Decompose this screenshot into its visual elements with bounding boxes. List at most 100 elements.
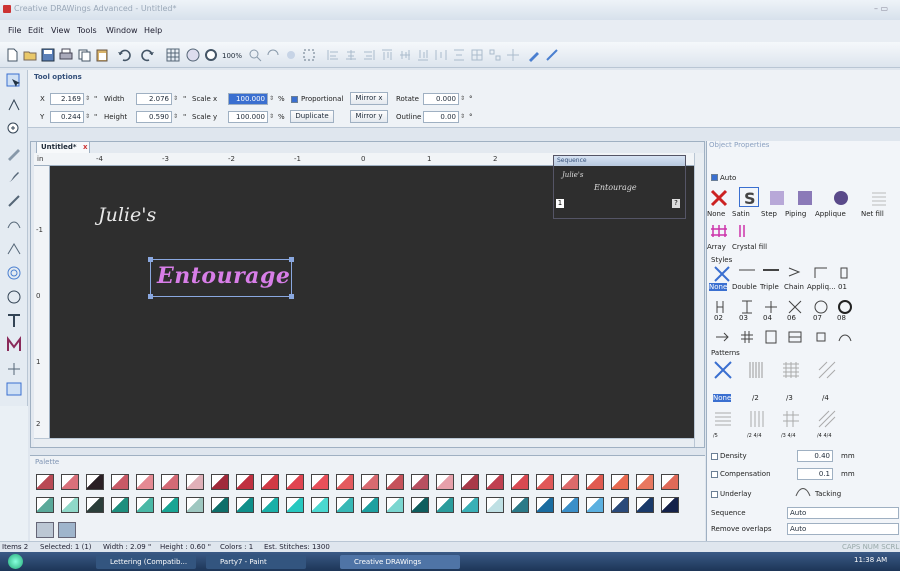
scalex-field[interactable]: 100.000 [228,93,268,105]
taskbar-item[interactable]: Creative DRAWings [340,555,460,569]
scaley-spinner[interactable]: ⇕ [269,111,277,123]
center-icon[interactable] [505,47,521,63]
color-swatch[interactable] [261,497,279,513]
color-swatch[interactable] [586,474,604,490]
style-none-icon[interactable] [712,264,730,282]
align-middle-icon[interactable] [397,47,413,63]
pattern-6-icon[interactable] [747,409,769,431]
style-02-icon[interactable] [712,297,728,313]
open-icon[interactable] [22,47,38,63]
underlay-checkbox[interactable] [711,491,718,498]
color-swatch[interactable] [211,474,229,490]
palette-tool-icon[interactable] [36,522,54,538]
y-field[interactable]: 0.244 [50,111,84,123]
hoop-icon[interactable] [185,47,201,63]
color-swatch[interactable] [61,497,79,513]
vertical-scrollbar[interactable] [694,153,704,447]
color-tool-icon[interactable] [526,47,542,63]
style-07-icon[interactable] [811,297,828,314]
style-triple-icon[interactable] [761,264,779,280]
ellipse-tool-icon[interactable] [5,288,23,306]
select-icon[interactable] [301,47,317,63]
color-swatch[interactable] [511,474,529,490]
color-swatch[interactable] [186,474,204,490]
none-fill-icon[interactable] [709,188,729,208]
menu-file[interactable]: File [8,26,21,35]
color-swatch[interactable] [361,497,379,513]
compensation-field[interactable]: 0.1 [797,468,833,480]
height-field[interactable]: 0.590 [136,111,172,123]
color-swatch[interactable] [86,474,104,490]
height-spinner[interactable]: ⇕ [173,111,181,123]
zoom-tool-icon[interactable] [5,120,23,138]
selection-handle[interactable] [289,294,294,299]
align-bottom-icon[interactable] [415,47,431,63]
node-tool-icon[interactable] [5,216,23,234]
ungroup-icon[interactable] [487,47,503,63]
color-swatch[interactable] [611,474,629,490]
step-fill-icon[interactable] [767,188,787,208]
color-swatch[interactable] [561,474,579,490]
selection-box[interactable]: Entourage [148,257,294,299]
color-swatch[interactable] [86,497,104,513]
color-swatch[interactable] [411,474,429,490]
color-swatch[interactable] [411,497,429,513]
style-08-icon[interactable] [835,297,852,314]
style-double-icon[interactable] [737,264,755,280]
color-swatch[interactable] [336,497,354,513]
sequence-select[interactable]: Auto [787,507,899,519]
color-swatch[interactable] [111,474,129,490]
style-04-icon[interactable] [761,297,777,313]
color-swatch[interactable] [661,474,679,490]
color-swatch[interactable] [436,497,454,513]
color-swatch[interactable] [211,497,229,513]
style-13-icon[interactable] [811,327,827,343]
style-11-icon[interactable] [761,327,777,344]
style-03-icon[interactable] [737,297,753,314]
array-fill-icon[interactable] [709,221,729,241]
color-swatch[interactable] [261,474,279,490]
width-field[interactable]: 2.076 [136,93,172,105]
pattern-7-icon[interactable] [781,409,803,431]
menu-edit[interactable]: Edit [28,26,44,35]
knife-tool-icon[interactable] [5,240,23,258]
density-field[interactable]: 0.40 [797,450,833,462]
mirror-x-button[interactable]: Mirror x [350,92,388,105]
color-swatch[interactable] [161,474,179,490]
selection-handle[interactable] [289,257,294,262]
color-swatch[interactable] [511,497,529,513]
taskbar-item[interactable]: Party7 - Paint [206,555,306,569]
applique-fill-icon[interactable] [831,188,851,208]
color-swatch[interactable] [36,497,54,513]
color-swatch[interactable] [311,474,329,490]
color-swatch[interactable] [61,474,79,490]
selection-handle[interactable] [148,294,153,299]
color-swatch[interactable] [361,474,379,490]
redo-icon[interactable] [140,47,156,63]
distribute-v-icon[interactable] [451,47,467,63]
crystal-fill-icon[interactable] [735,221,755,241]
color-swatch[interactable] [586,497,604,513]
select-tool-icon[interactable] [5,72,23,90]
outline-field[interactable]: 0.00 [423,111,459,123]
rotate-icon[interactable] [265,47,281,63]
color-swatch[interactable] [286,497,304,513]
remove-overlaps-select[interactable]: Auto [787,523,899,535]
color-swatch[interactable] [186,497,204,513]
selection-handle[interactable] [148,257,153,262]
mirror-y-button[interactable]: Mirror y [350,110,388,123]
color-swatch[interactable] [336,474,354,490]
start-button[interactable] [8,554,23,569]
color-swatch[interactable] [436,474,454,490]
style-09-icon[interactable] [712,327,729,343]
style-applique-icon[interactable] [811,264,827,280]
color-swatch[interactable] [386,474,404,490]
monogram-tool-icon[interactable] [5,336,23,354]
color-swatch[interactable] [536,474,554,490]
design-text-entourage[interactable]: Entourage [157,263,290,289]
color-swatch[interactable] [461,474,479,490]
stitch-tool-icon[interactable] [544,47,560,63]
window-controls[interactable]: – ▭ [874,4,888,13]
group-icon[interactable] [469,47,485,63]
color-swatch[interactable] [286,474,304,490]
